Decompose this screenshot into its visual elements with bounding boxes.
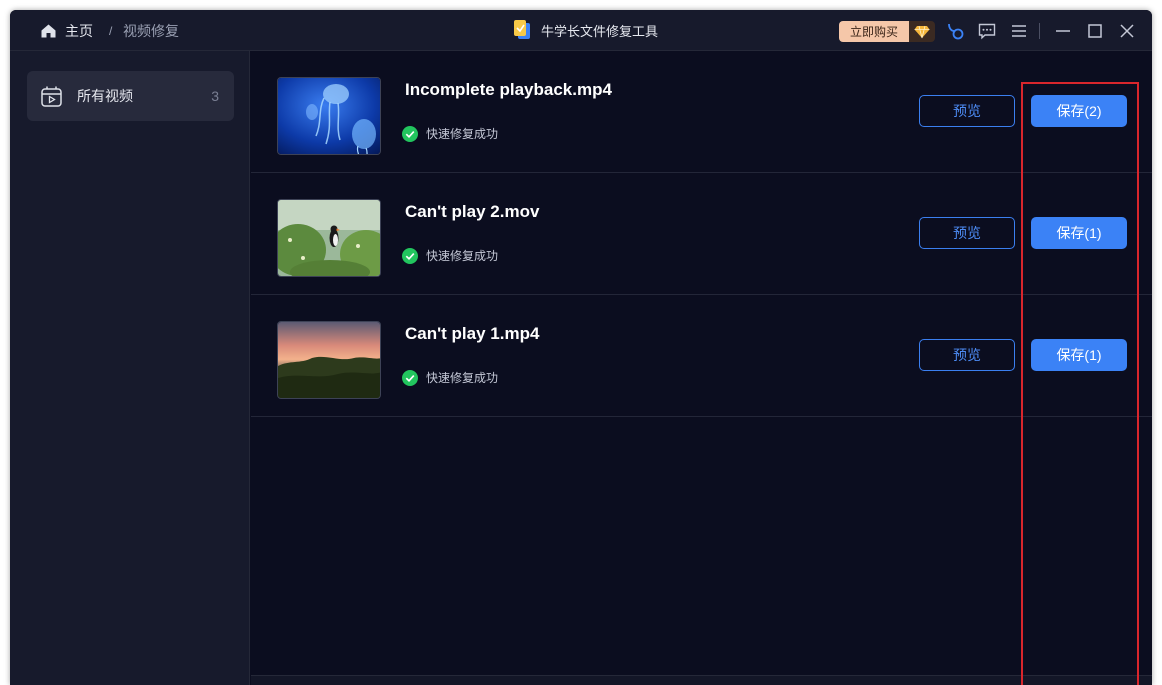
repair-status: 快速修复成功 (402, 125, 498, 142)
buy-now-label: 立即购买 (839, 21, 909, 42)
list-item: Incomplete playback.mp4 快速修复成功 预览 保存(2) (251, 51, 1152, 173)
app-window: 主页 / 视频修复 牛学长文件修复工具 立即购买 所有视频 3 Incomple… (10, 10, 1152, 685)
minimize-icon[interactable] (1054, 22, 1072, 40)
list-item: Can't play 1.mp4 快速修复成功 预览 保存(1) (251, 295, 1152, 417)
repair-status: 快速修复成功 (402, 369, 498, 386)
feedback-icon[interactable] (978, 22, 996, 40)
diamond-icon (909, 21, 935, 42)
save-button[interactable]: 保存(1) (1031, 339, 1127, 371)
sidebar-item-label: 所有视频 (77, 88, 133, 104)
save-button[interactable]: 保存(2) (1031, 95, 1127, 127)
maximize-icon[interactable] (1086, 22, 1104, 40)
menu-icon[interactable] (1010, 22, 1028, 40)
close-icon[interactable] (1118, 22, 1136, 40)
success-check-icon (402, 247, 418, 264)
bottom-action-bar (251, 675, 1152, 685)
repair-status-text: 快速修复成功 (426, 127, 499, 141)
app-logo-icon (514, 20, 530, 39)
list-item: Can't play 2.mov 快速修复成功 预览 保存(1) (251, 173, 1152, 295)
file-list: Incomplete playback.mp4 快速修复成功 预览 保存(2) (251, 51, 1152, 685)
success-check-icon (402, 125, 418, 142)
sidebar-item-count: 3 (211, 88, 219, 104)
video-thumbnail[interactable] (277, 199, 381, 277)
breadcrumb-current: 视频修复 (123, 22, 179, 39)
sidebar: 所有视频 3 (10, 51, 250, 685)
preview-button[interactable]: 预览 (919, 339, 1015, 371)
buy-now-button[interactable]: 立即购买 (839, 21, 935, 42)
app-title: 牛学长文件修复工具 (541, 24, 659, 39)
file-name: Can't play 1.mp4 (405, 324, 540, 343)
home-icon[interactable] (41, 24, 56, 38)
sidebar-item-all-videos[interactable]: 所有视频 3 (27, 71, 234, 121)
video-library-icon (41, 86, 62, 107)
file-name: Incomplete playback.mp4 (405, 80, 612, 99)
support-icon[interactable] (946, 22, 964, 40)
success-check-icon (402, 369, 418, 386)
video-thumbnail[interactable] (277, 321, 381, 399)
repair-status-text: 快速修复成功 (426, 371, 499, 385)
repair-status: 快速修复成功 (402, 247, 498, 264)
breadcrumb-separator: / (109, 23, 113, 38)
repair-status-text: 快速修复成功 (426, 249, 499, 263)
title-bar: 主页 / 视频修复 牛学长文件修复工具 立即购买 (10, 10, 1152, 51)
save-button[interactable]: 保存(1) (1031, 217, 1127, 249)
file-name: Can't play 2.mov (405, 202, 540, 221)
breadcrumb-home[interactable]: 主页 (65, 10, 93, 51)
titlebar-divider (1039, 23, 1040, 39)
preview-button[interactable]: 预览 (919, 217, 1015, 249)
video-thumbnail[interactable] (277, 77, 381, 155)
preview-button[interactable]: 预览 (919, 95, 1015, 127)
